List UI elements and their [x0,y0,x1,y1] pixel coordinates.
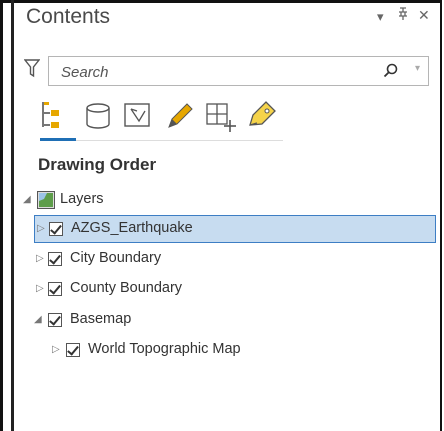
pane-left-border [0,0,3,431]
layer-visibility-checkbox[interactable] [48,282,62,296]
layer-label: World Topographic Map [88,341,241,357]
layer-row-azgs-earthquake[interactable]: ▷ AZGS_Earthquake [34,215,436,243]
expand-arrow-icon[interactable]: ▷ [52,344,60,355]
layer-row-county-boundary[interactable]: ▷ County Boundary [34,275,334,303]
layer-visibility-checkbox[interactable] [66,343,80,357]
expand-arrow-icon[interactable]: ▷ [36,253,44,264]
pin-icon[interactable] [398,7,408,24]
layer-row-world-topographic-map[interactable]: ▷ World Topographic Map [48,336,348,364]
search-options-dropdown-icon[interactable]: ▾ [415,63,420,74]
map-icon [37,191,55,214]
collapse-arrow-icon[interactable]: ◢ [23,194,31,205]
layer-row-city-boundary[interactable]: ▷ City Boundary [34,245,334,273]
list-by-labeling-icon[interactable] [245,99,281,138]
search-input[interactable]: Search ▾ [48,56,429,86]
list-by-data-source-icon[interactable] [83,99,113,138]
pane-options-icon[interactable]: ▾ [377,9,384,25]
list-by-snapping-icon[interactable] [204,99,238,138]
view-tabs-divider [40,140,283,141]
search-placeholder: Search [61,64,109,81]
list-by-selection-icon[interactable] [122,99,154,138]
layer-visibility-checkbox[interactable] [49,222,63,236]
section-heading: Drawing Order [38,155,157,174]
layer-visibility-checkbox[interactable] [48,252,62,266]
expand-arrow-icon[interactable]: ▷ [37,223,45,234]
search-icon[interactable] [382,62,400,85]
active-view-indicator [40,138,76,141]
close-icon[interactable]: ✕ [418,7,430,24]
tree-root-label: Layers [60,191,104,207]
layer-label: Basemap [70,311,132,327]
layer-label: AZGS_Earthquake [71,220,193,236]
pane-right-border [440,0,442,431]
layer-label: County Boundary [70,280,183,296]
layer-label: City Boundary [70,250,162,266]
pane-title: Contents [26,5,111,28]
filter-icon[interactable] [23,58,41,83]
contents-pane: Contents ▾ ✕ Search ▾ Drawing Order ◢ La… [0,0,444,431]
expand-arrow-icon[interactable]: ▷ [36,283,44,294]
layer-visibility-checkbox[interactable] [48,313,62,327]
layer-row-basemap[interactable]: ◢ Basemap [34,306,334,334]
list-by-drawing-order-icon[interactable] [40,99,76,138]
tree-root-layers[interactable]: ◢ Layers [20,186,320,214]
collapse-arrow-icon[interactable]: ◢ [34,314,42,325]
list-by-editing-icon[interactable] [163,99,195,138]
